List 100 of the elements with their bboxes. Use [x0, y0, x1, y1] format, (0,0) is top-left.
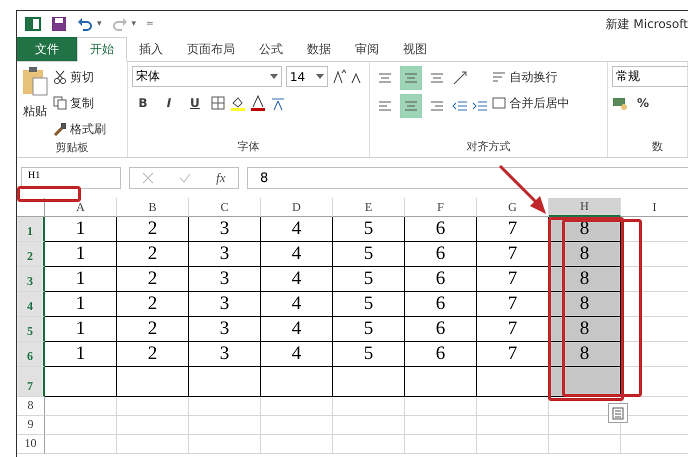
undo-caret[interactable]: ▾ [97, 19, 102, 29]
table-cell: 4 [261, 317, 333, 342]
table-cell: 1 [45, 267, 117, 292]
font-name-field[interactable]: 宋体 [132, 66, 282, 87]
table-cell: 8 [549, 342, 621, 367]
formula-field[interactable]: 8 [247, 167, 688, 189]
paste-options-button[interactable] [608, 403, 628, 423]
table-cell: 2 [117, 242, 189, 267]
annotation-box [17, 186, 81, 202]
ribbon-tab[interactable]: 审阅 [343, 37, 391, 61]
fill-color-icon[interactable] [230, 95, 246, 111]
paste-icon[interactable] [21, 66, 49, 96]
row-header[interactable]: 3 [17, 267, 45, 292]
table-cell: 5 [333, 242, 405, 267]
table-cell: 3 [189, 292, 261, 317]
table-cell: 1 [45, 292, 117, 317]
font-size-field[interactable]: 14 [286, 66, 328, 87]
group-label: 字体 [236, 139, 261, 155]
paste-options-icon [611, 406, 625, 420]
column-header[interactable]: A [45, 198, 117, 217]
group-label: 剪贴板 [54, 140, 90, 156]
wrap-text-button[interactable]: 自动换行 [492, 66, 570, 88]
table-cell: 6 [405, 292, 477, 317]
column-header[interactable]: D [261, 198, 333, 217]
wrap-text-icon [492, 70, 506, 84]
paste-button[interactable]: 粘贴 [23, 100, 47, 122]
row-header[interactable]: 8 [17, 397, 45, 416]
column-header[interactable]: F [405, 198, 477, 217]
table-cell: 5 [333, 267, 405, 292]
row-header[interactable]: 10 [17, 435, 45, 454]
percent-button[interactable]: % [632, 91, 654, 115]
font-color-icon[interactable] [250, 95, 266, 111]
column-header[interactable]: E [333, 198, 405, 217]
dropdown-caret-icon[interactable] [316, 74, 324, 79]
table-cell: 6 [405, 342, 477, 367]
row-header[interactable]: 6 [17, 342, 45, 367]
currency-icon[interactable] [612, 95, 628, 111]
table-cell: 2 [117, 342, 189, 367]
grow-font-icon[interactable] [332, 68, 346, 84]
insert-function-button[interactable]: fx [216, 170, 226, 186]
window-title: 新建 Microsoft [606, 16, 688, 32]
italic-button[interactable]: I [158, 91, 180, 115]
align-center-button[interactable] [400, 94, 422, 118]
check-icon[interactable] [179, 172, 192, 184]
ribbon-tab[interactable]: 公式 [247, 37, 295, 61]
number-format-field[interactable]: 常规 [612, 66, 688, 87]
cut-button[interactable]: 剪切 [53, 66, 106, 88]
redo-caret[interactable]: ▾ [132, 19, 136, 29]
table-cell: 3 [189, 342, 261, 367]
table-cell: 3 [189, 242, 261, 267]
column-header[interactable]: B [117, 198, 189, 217]
table-cell: 5 [333, 317, 405, 342]
group-label: 对齐方式 [466, 139, 512, 155]
row-header[interactable]: 7 [17, 367, 45, 397]
column-header[interactable]: H [549, 198, 621, 217]
row-header[interactable]: 2 [17, 242, 45, 267]
ribbon-tab[interactable]: 页面布局 [175, 37, 247, 61]
table-cell: 5 [333, 217, 405, 242]
borders-icon[interactable] [210, 95, 226, 111]
group-label: 数 [651, 139, 664, 155]
ribbon-tab[interactable]: 插入 [127, 37, 175, 61]
name-box[interactable]: H1 [21, 167, 121, 189]
row-header[interactable]: 1 [17, 217, 45, 242]
merge-center-button[interactable]: 合并后居中 [492, 92, 570, 114]
font-size-value: 14 [290, 70, 306, 84]
scissors-icon [53, 70, 67, 84]
column-header[interactable]: G [477, 198, 549, 217]
table-cell: 1 [45, 242, 117, 267]
ribbon-tab[interactable]: 数据 [295, 37, 343, 61]
middle-align-button[interactable] [400, 66, 422, 90]
column-header[interactable]: C [189, 198, 261, 217]
orientation-icon[interactable] [452, 70, 468, 86]
dropdown-caret-icon[interactable] [270, 74, 278, 79]
table-cell: 3 [189, 267, 261, 292]
table-cell: 2 [117, 217, 189, 242]
customize-toolbar-button[interactable]: = [146, 19, 154, 29]
save-icon[interactable] [51, 16, 67, 32]
table-cell: 5 [333, 292, 405, 317]
table-cell: 1 [45, 342, 117, 367]
table-cell: 3 [189, 317, 261, 342]
table-cell: 3 [189, 217, 261, 242]
ribbon-tab[interactable]: 视图 [391, 37, 439, 61]
bold-button[interactable]: B [132, 91, 154, 115]
copy-icon [53, 96, 67, 110]
table-cell: 6 [405, 217, 477, 242]
table-cell: 1 [45, 217, 117, 242]
row-header[interactable]: 4 [17, 292, 45, 317]
table-cell: 5 [333, 342, 405, 367]
row-header[interactable]: 5 [17, 317, 45, 342]
ribbon-tab[interactable]: 开始 [77, 37, 127, 62]
format-painter-button[interactable]: 格式刷 [53, 118, 106, 140]
table-cell: 6 [405, 267, 477, 292]
undo-icon[interactable] [77, 16, 93, 32]
font-name-value: 宋体 [136, 68, 160, 85]
copy-button[interactable]: 复制 [53, 92, 106, 114]
row-header[interactable]: 9 [17, 416, 45, 435]
table-cell: 7 [477, 217, 549, 242]
underline-button[interactable]: U [184, 91, 206, 115]
excel-logo-icon[interactable] [25, 16, 41, 32]
file-tab[interactable]: 文件 [17, 37, 77, 61]
